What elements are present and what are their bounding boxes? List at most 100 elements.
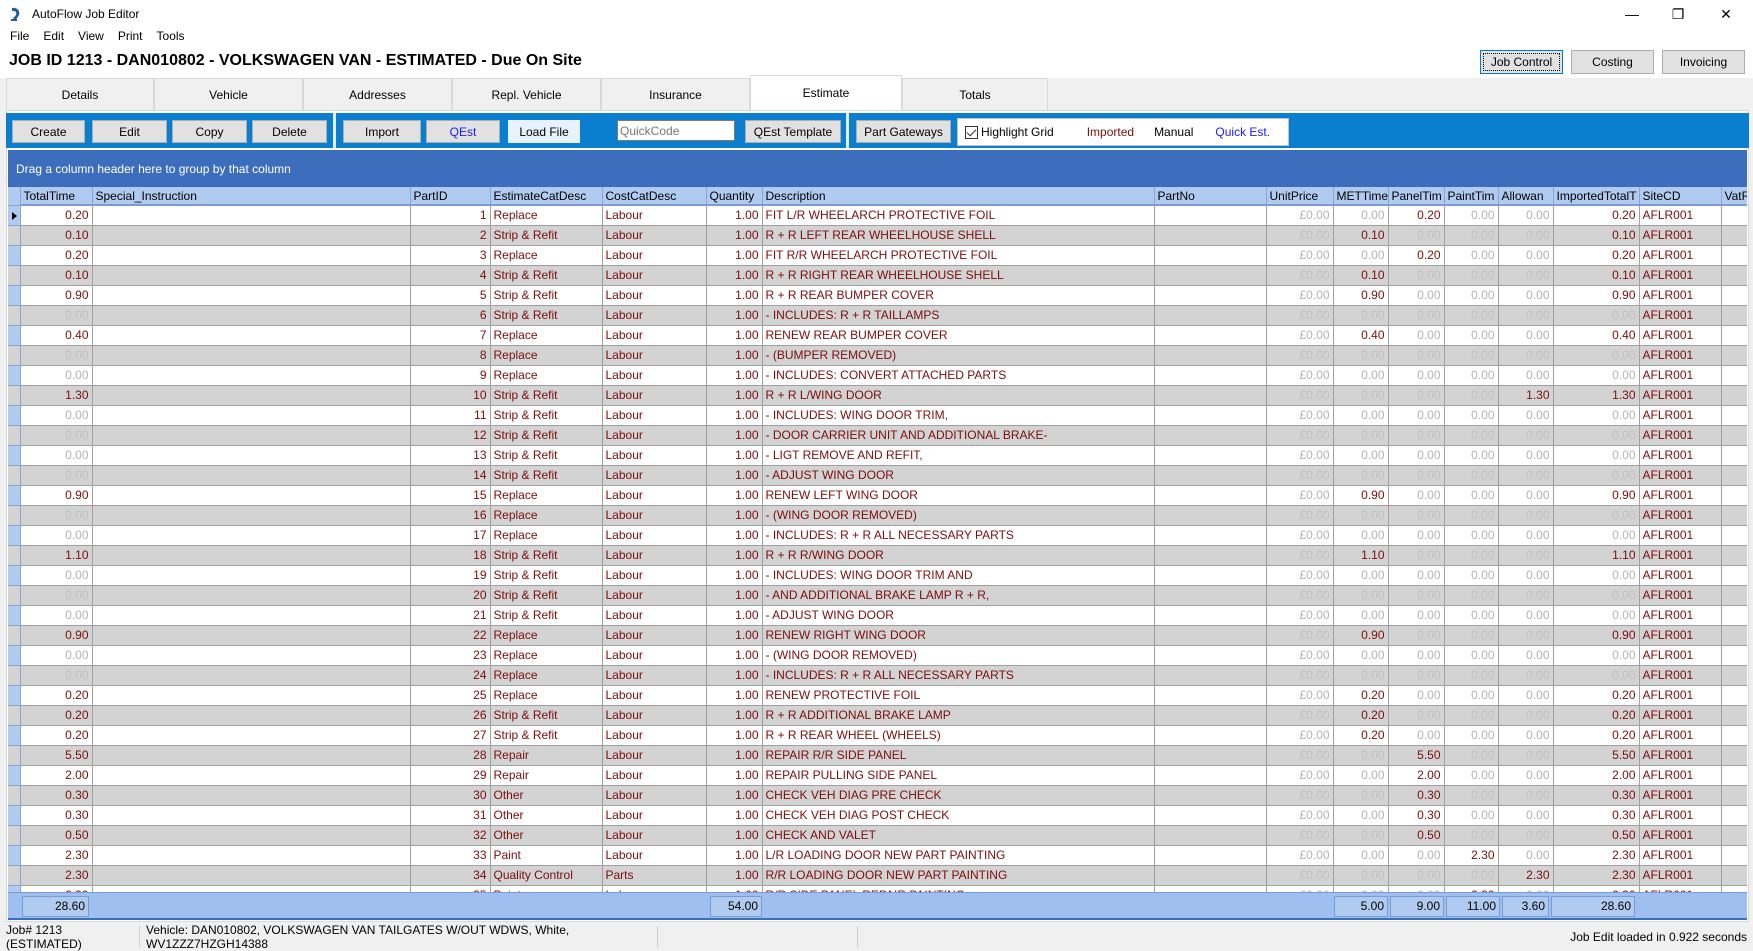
cell-met-time[interactable]: 0.00 — [1333, 565, 1389, 586]
cell-total-time[interactable]: 1.30 — [20, 385, 93, 406]
cell-panel-time[interactable]: 0.30 — [1388, 805, 1445, 826]
cell-met-time[interactable]: 0.90 — [1333, 625, 1389, 646]
cell-panel-time[interactable]: 0.00 — [1388, 425, 1445, 446]
cell-part-no[interactable] — [1154, 825, 1267, 846]
minimize-button[interactable]: — — [1609, 0, 1655, 28]
cell-panel-time[interactable]: 0.00 — [1388, 225, 1445, 246]
cell-part-no[interactable] — [1154, 705, 1267, 726]
cell-imported-total-time[interactable]: 0.00 — [1553, 465, 1640, 486]
cell-part-no[interactable] — [1154, 465, 1267, 486]
cell-vat-rate[interactable] — [1721, 205, 1747, 226]
cell-unit-price[interactable]: £0.00 — [1266, 285, 1334, 306]
cell-description[interactable]: R + R RIGHT REAR WHEELHOUSE SHELL — [762, 265, 1155, 286]
cell-description[interactable]: - (WING DOOR REMOVED) — [762, 505, 1155, 526]
cell-description[interactable]: - INCLUDES: CONVERT ATTACHED PARTS — [762, 365, 1155, 386]
cell-part-id[interactable]: 14 — [410, 465, 491, 486]
row-selector[interactable] — [8, 225, 21, 246]
table-row[interactable]: 0.00 14 Strip & Refit Labour 1.00- ADJUST WI… — [8, 465, 1747, 486]
cell-unit-price[interactable]: £0.00 — [1266, 325, 1334, 346]
cell-description[interactable]: R/R SIDE PANEL REPAIR PAINTING — [762, 885, 1155, 892]
cell-special-instruction[interactable] — [92, 685, 411, 706]
cell-description[interactable]: - LIGT REMOVE AND REFIT, — [762, 445, 1155, 466]
row-selector[interactable] — [8, 765, 21, 786]
cell-estimate-cat-desc[interactable]: Strip & Refit — [490, 565, 603, 586]
cell-cost-cat-desc[interactable]: Labour — [602, 465, 707, 486]
cell-site-cd[interactable]: AFLR001 — [1639, 725, 1722, 746]
cell-quantity[interactable]: 1.00 — [706, 405, 763, 426]
cell-panel-time[interactable]: 0.00 — [1388, 565, 1445, 586]
cell-cost-cat-desc[interactable]: Labour — [602, 365, 707, 386]
cell-special-instruction[interactable] — [92, 785, 411, 806]
cell-allowance[interactable]: 0.00 — [1498, 805, 1554, 826]
cell-cost-cat-desc[interactable]: Labour — [602, 485, 707, 506]
cell-allowance[interactable]: 0.00 — [1498, 685, 1554, 706]
cell-vat-rate[interactable] — [1721, 305, 1747, 326]
cell-description[interactable]: - INCLUDES: WING DOOR TRIM AND — [762, 565, 1155, 586]
cell-quantity[interactable]: 1.00 — [706, 245, 763, 266]
cell-estimate-cat-desc[interactable]: Strip & Refit — [490, 545, 603, 566]
cell-special-instruction[interactable] — [92, 605, 411, 626]
cell-panel-time[interactable]: 0.00 — [1388, 385, 1445, 406]
cell-allowance[interactable]: 0.00 — [1498, 785, 1554, 806]
cell-special-instruction[interactable] — [92, 805, 411, 826]
cell-cost-cat-desc[interactable]: Labour — [602, 745, 707, 766]
cell-quantity[interactable]: 1.00 — [706, 465, 763, 486]
cell-met-time[interactable]: 0.10 — [1333, 225, 1389, 246]
row-selector[interactable] — [8, 665, 21, 686]
cell-panel-time[interactable]: 0.00 — [1388, 365, 1445, 386]
cell-part-id[interactable]: 8 — [410, 345, 491, 366]
cell-total-time[interactable]: 2.30 — [20, 885, 93, 892]
cell-quantity[interactable]: 1.00 — [706, 265, 763, 286]
table-row[interactable]: 0.30 30 Other Labour 1.00 CHECK VEH DIAG PRE … — [8, 785, 1747, 806]
cell-site-cd[interactable]: AFLR001 — [1639, 665, 1722, 686]
cell-paint-time[interactable]: 0.00 — [1444, 385, 1499, 406]
cell-cost-cat-desc[interactable]: Labour — [602, 605, 707, 626]
cell-imported-total-time[interactable]: 2.30 — [1553, 885, 1640, 892]
cell-unit-price[interactable]: £0.00 — [1266, 845, 1334, 866]
cell-special-instruction[interactable] — [92, 765, 411, 786]
cell-part-id[interactable]: 10 — [410, 385, 491, 406]
cell-site-cd[interactable]: AFLR001 — [1639, 505, 1722, 526]
cell-unit-price[interactable]: £0.00 — [1266, 565, 1334, 586]
cell-site-cd[interactable]: AFLR001 — [1639, 205, 1722, 226]
cell-total-time[interactable]: 0.00 — [20, 505, 93, 526]
cell-description[interactable]: - (BUMPER REMOVED) — [762, 345, 1155, 366]
cell-quantity[interactable]: 1.00 — [706, 565, 763, 586]
cell-site-cd[interactable]: AFLR001 — [1639, 845, 1722, 866]
cell-part-id[interactable]: 1 — [410, 205, 491, 226]
cell-vat-rate[interactable] — [1721, 525, 1747, 546]
copy-button[interactable]: Copy — [172, 120, 247, 143]
create-button[interactable]: Create — [12, 120, 85, 143]
cell-imported-total-time[interactable]: 0.20 — [1553, 725, 1640, 746]
cell-unit-price[interactable]: £0.00 — [1266, 825, 1334, 846]
cell-allowance[interactable]: 0.00 — [1498, 645, 1554, 666]
cell-part-id[interactable]: 25 — [410, 685, 491, 706]
cell-imported-total-time[interactable]: 0.00 — [1553, 345, 1640, 366]
cell-estimate-cat-desc[interactable]: Paint — [490, 845, 603, 866]
cell-estimate-cat-desc[interactable]: Replace — [490, 505, 603, 526]
cell-total-time[interactable]: 1.10 — [20, 545, 93, 566]
cell-paint-time[interactable]: 2.30 — [1444, 885, 1499, 892]
cell-site-cd[interactable]: AFLR001 — [1639, 525, 1722, 546]
cell-description[interactable]: R + R L/WING DOOR — [762, 385, 1155, 406]
cell-part-id[interactable]: 28 — [410, 745, 491, 766]
cell-unit-price[interactable]: £0.00 — [1266, 585, 1334, 606]
cell-estimate-cat-desc[interactable]: Replace — [490, 205, 603, 226]
cell-total-time[interactable]: 0.00 — [20, 425, 93, 446]
cell-estimate-cat-desc[interactable]: Repair — [490, 765, 603, 786]
cell-part-id[interactable]: 4 — [410, 265, 491, 286]
cell-cost-cat-desc[interactable]: Labour — [602, 825, 707, 846]
cell-paint-time[interactable]: 0.00 — [1444, 805, 1499, 826]
row-selector[interactable] — [8, 385, 21, 406]
cell-part-id[interactable]: 23 — [410, 645, 491, 666]
cell-description[interactable]: FIT L/R WHEELARCH PROTECTIVE FOIL — [762, 205, 1155, 226]
cell-estimate-cat-desc[interactable]: Paint — [490, 885, 603, 892]
cell-description[interactable]: R/R LOADING DOOR NEW PART PAINTING — [762, 865, 1155, 886]
cell-description[interactable]: RENEW PROTECTIVE FOIL — [762, 685, 1155, 706]
highlight-grid-checkbox[interactable] — [965, 125, 978, 139]
cell-description[interactable]: - ADJUST WING DOOR — [762, 465, 1155, 486]
cell-special-instruction[interactable] — [92, 705, 411, 726]
table-row[interactable]: 0.00 20 Strip & Refit Labour 1.00- AND ADDIT… — [8, 585, 1747, 606]
row-selector[interactable] — [8, 605, 21, 626]
cell-part-no[interactable] — [1154, 605, 1267, 626]
